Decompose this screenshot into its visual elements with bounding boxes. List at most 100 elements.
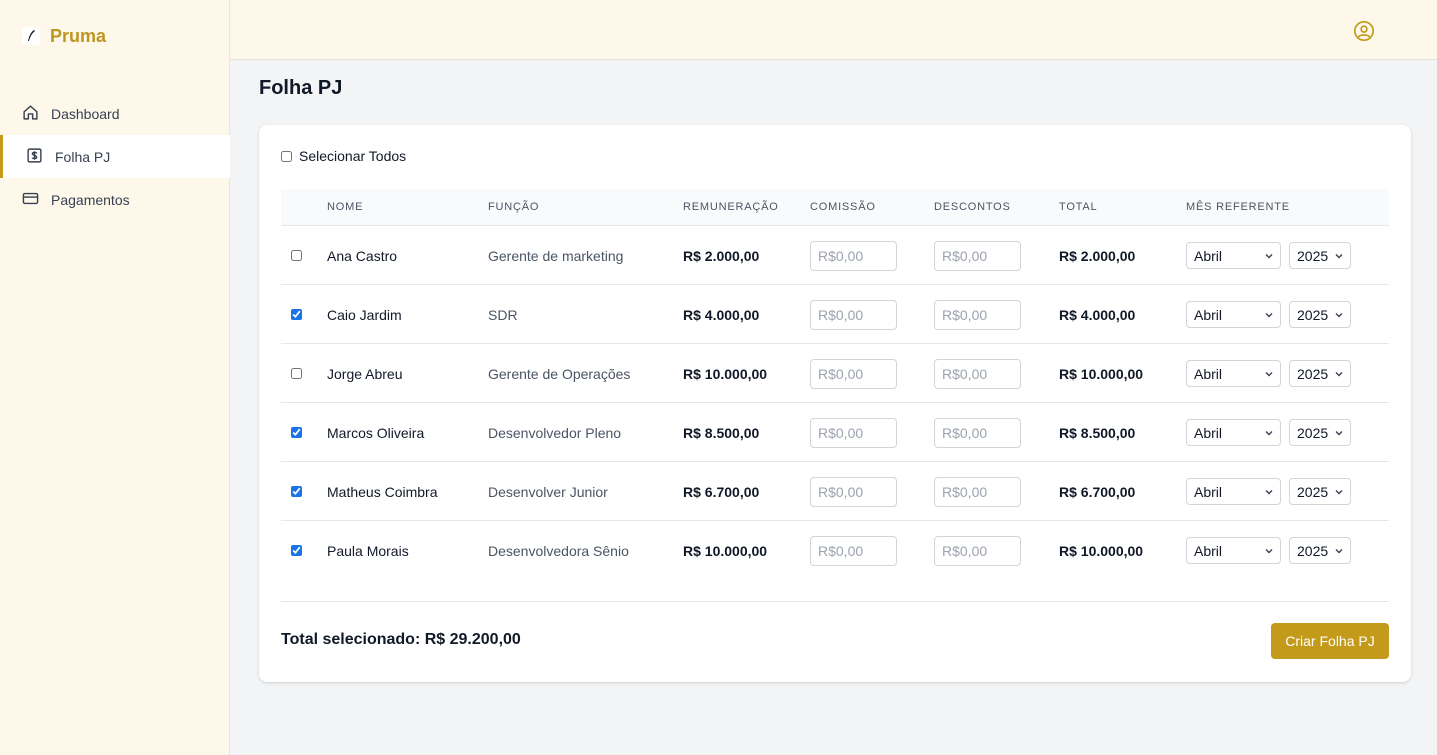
sidebar-item-folha-pj[interactable]: Folha PJ: [0, 135, 230, 178]
year-select-value: 2025: [1297, 247, 1329, 264]
topbar: [230, 0, 1437, 60]
total-value: R$ 4.000,00: [1059, 306, 1136, 323]
row-checkbox[interactable]: [291, 250, 302, 261]
year-select[interactable]: 2025: [1289, 419, 1351, 446]
month-select-value: Abril: [1194, 365, 1223, 382]
dollar-icon: [26, 147, 43, 167]
employee-role: Desenvolver Junior: [488, 483, 608, 500]
year-select[interactable]: 2025: [1289, 478, 1351, 505]
comissao-input[interactable]: [810, 299, 897, 330]
total-value: R$ 10.000,00: [1059, 542, 1144, 559]
column-header-funcao: FUNÇÃO: [488, 201, 540, 213]
employee-name: Marcos Oliveira: [327, 424, 425, 441]
table-row: Matheus Coimbra Desenvolver Junior R$ 6.…: [281, 462, 1389, 521]
column-header-mes-referente: MÊS REFERENTE: [1186, 201, 1290, 213]
column-header-remuneracao: REMUNERAÇÃO: [683, 201, 779, 213]
month-select[interactable]: Abril: [1186, 537, 1281, 564]
employee-name: Paula Morais: [327, 542, 409, 559]
employee-role: Desenvolvedor Pleno: [488, 424, 622, 441]
column-header-comissao: COMISSÃO: [810, 201, 876, 213]
comissao-input[interactable]: [810, 476, 897, 507]
year-select[interactable]: 2025: [1289, 360, 1351, 387]
employee-role: Gerente de marketing: [488, 247, 624, 264]
column-header-total: TOTAL: [1059, 201, 1098, 213]
row-checkbox[interactable]: [291, 368, 302, 379]
total-value: R$ 10.000,00: [1059, 365, 1144, 382]
sidebar-item-pagamentos[interactable]: Pagamentos: [0, 178, 230, 221]
month-select-value: Abril: [1194, 306, 1223, 323]
select-all-checkbox[interactable]: [281, 150, 292, 162]
table-row: Caio Jardim SDR R$ 4.000,00 R$ 4.000,00 …: [281, 285, 1389, 344]
table-header: NOME FUNÇÃO REMUNERAÇÃO COMISSÃO DESCONT…: [281, 189, 1389, 226]
table-row: Marcos Oliveira Desenvolvedor Pleno R$ 8…: [281, 403, 1389, 462]
chevron-down-icon: [1334, 248, 1344, 264]
column-header-nome: NOME: [327, 201, 364, 213]
sidebar-item-label: Dashboard: [51, 105, 120, 122]
year-select-value: 2025: [1297, 424, 1329, 441]
folha-card: Selecionar Todos NOME FUNÇÃO REMUNERAÇÃO…: [259, 125, 1411, 682]
year-select[interactable]: 2025: [1289, 301, 1351, 328]
month-select[interactable]: Abril: [1186, 419, 1281, 446]
table-body: Ana Castro Gerente de marketing R$ 2.000…: [281, 226, 1389, 580]
year-select[interactable]: 2025: [1289, 537, 1351, 564]
comissao-input[interactable]: [810, 358, 897, 389]
row-checkbox[interactable]: [291, 545, 302, 556]
credit-card-icon: [22, 190, 39, 210]
employee-role: Gerente de Operações: [488, 365, 631, 382]
descontos-input[interactable]: [934, 476, 1021, 507]
sidebar-nav: Dashboard Folha PJ Pagamentos: [0, 92, 230, 221]
year-select[interactable]: 2025: [1289, 242, 1351, 269]
remuneracao-value: R$ 4.000,00: [683, 306, 760, 323]
comissao-input[interactable]: [810, 417, 897, 448]
employee-role: Desenvolvedora Sênio: [488, 542, 629, 559]
sidebar-item-dashboard[interactable]: Dashboard: [0, 92, 230, 135]
footer-divider: [281, 601, 1389, 602]
brand-name: Pruma: [50, 25, 107, 46]
month-select[interactable]: Abril: [1186, 360, 1281, 387]
total-value: R$ 2.000,00: [1059, 247, 1136, 264]
employee-name: Ana Castro: [327, 247, 398, 264]
descontos-input[interactable]: [934, 240, 1021, 271]
month-select-value: Abril: [1194, 424, 1223, 441]
remuneracao-value: R$ 6.700,00: [683, 483, 760, 500]
row-checkbox[interactable]: [291, 427, 302, 438]
chevron-down-icon: [1264, 366, 1274, 382]
chevron-down-icon: [1334, 425, 1344, 441]
sidebar-item-label: Folha PJ: [55, 148, 111, 165]
descontos-input[interactable]: [934, 358, 1021, 389]
chevron-down-icon: [1334, 307, 1344, 323]
month-select[interactable]: Abril: [1186, 301, 1281, 328]
user-circle-icon[interactable]: [1353, 20, 1375, 47]
row-checkbox[interactable]: [291, 309, 302, 320]
table-row: Paula Morais Desenvolvedora Sênio R$ 10.…: [281, 521, 1389, 580]
create-folha-pj-button[interactable]: Criar Folha PJ: [1271, 623, 1389, 659]
chevron-down-icon: [1334, 366, 1344, 382]
remuneracao-value: R$ 10.000,00: [683, 542, 768, 559]
comissao-input[interactable]: [810, 240, 897, 271]
chevron-down-icon: [1264, 307, 1274, 323]
year-select-value: 2025: [1297, 483, 1329, 500]
brand[interactable]: Pruma: [22, 24, 106, 48]
descontos-input[interactable]: [934, 417, 1021, 448]
table-row: Ana Castro Gerente de marketing R$ 2.000…: [281, 226, 1389, 285]
employee-role: SDR: [488, 306, 518, 323]
page-title: Folha PJ: [259, 77, 343, 99]
month-select[interactable]: Abril: [1186, 478, 1281, 505]
employee-name: Caio Jardim: [327, 306, 402, 323]
remuneracao-value: R$ 10.000,00: [683, 365, 768, 382]
row-checkbox[interactable]: [291, 486, 302, 497]
descontos-input[interactable]: [934, 535, 1021, 566]
sidebar: Pruma Dashboard Folha PJ Pagamentos: [0, 0, 230, 755]
total-value: R$ 8.500,00: [1059, 424, 1136, 441]
month-select-value: Abril: [1194, 542, 1223, 559]
chevron-down-icon: [1264, 248, 1274, 264]
total-selected: Total selecionado: R$ 29.200,00: [281, 631, 521, 648]
remuneracao-value: R$ 2.000,00: [683, 247, 760, 264]
year-select-value: 2025: [1297, 365, 1329, 382]
month-select-value: Abril: [1194, 247, 1223, 264]
month-select[interactable]: Abril: [1186, 242, 1281, 269]
chevron-down-icon: [1264, 484, 1274, 500]
descontos-input[interactable]: [934, 299, 1021, 330]
select-all[interactable]: Selecionar Todos: [281, 148, 406, 164]
comissao-input[interactable]: [810, 535, 897, 566]
